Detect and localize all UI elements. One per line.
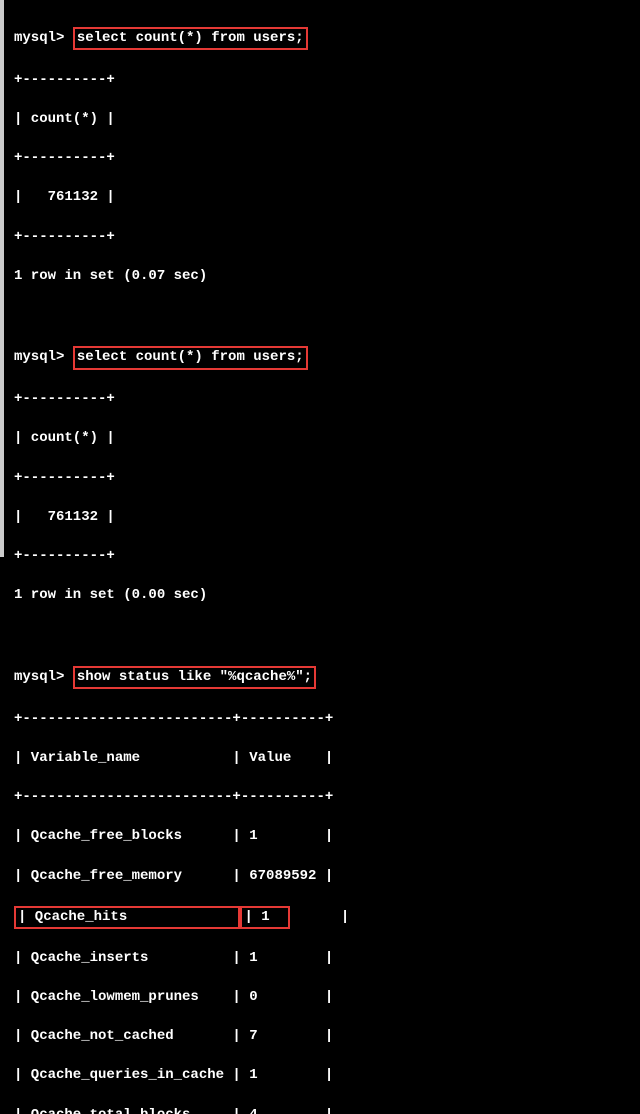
query-1-header: | count(*) | xyxy=(14,110,640,130)
scrollbar[interactable] xyxy=(0,0,4,557)
status-row: | Qcache_lowmem_prunes | 0 | xyxy=(14,988,640,1008)
query-2-sql: select count(*) from users; xyxy=(73,346,308,370)
query-1-border-bot: +----------+ xyxy=(14,228,640,248)
query-1-sql: select count(*) from users; xyxy=(73,27,308,51)
query-2-border-mid: +----------+ xyxy=(14,469,640,489)
status-row: | Qcache_free_memory | 67089592 | xyxy=(14,867,640,887)
status-border-top: +-------------------------+----------+ xyxy=(14,710,640,730)
mysql-prompt: mysql> xyxy=(14,30,73,46)
status-row: | Qcache_free_blocks | 1 | xyxy=(14,827,640,847)
status-border-mid: +-------------------------+----------+ xyxy=(14,788,640,808)
status-row: | Qcache_inserts | 1 | xyxy=(14,949,640,969)
query-2-header: | count(*) | xyxy=(14,429,640,449)
qcache-hits-name: | Qcache_hits xyxy=(14,906,240,930)
query-1-footer: 1 row in set (0.07 sec) xyxy=(14,267,640,287)
qcache-hits-tail: | xyxy=(290,909,349,925)
query-2-border-top: +----------+ xyxy=(14,390,640,410)
query-1-border-top: +----------+ xyxy=(14,71,640,91)
status-header: | Variable_name | Value | xyxy=(14,749,640,769)
query-1-value: | 761132 | xyxy=(14,188,640,208)
terminal-output: mysql> select count(*) from users; +----… xyxy=(14,6,640,1114)
mysql-prompt: mysql> xyxy=(14,349,73,365)
query-1-border-mid: +----------+ xyxy=(14,149,640,169)
status-row-qcache-hits: | Qcache_hits | 1 | xyxy=(14,906,640,930)
status-row: | Qcache_queries_in_cache | 1 | xyxy=(14,1066,640,1086)
query-2-footer: 1 row in set (0.00 sec) xyxy=(14,586,640,606)
status-row: | Qcache_total_blocks | 4 | xyxy=(14,1106,640,1114)
mysql-prompt: mysql> xyxy=(14,669,73,685)
qcache-hits-value: | 1 xyxy=(240,906,290,930)
status-query-sql: show status like "%qcache%"; xyxy=(73,666,316,690)
query-2-value: | 761132 | xyxy=(14,508,640,528)
status-row: | Qcache_not_cached | 7 | xyxy=(14,1027,640,1047)
